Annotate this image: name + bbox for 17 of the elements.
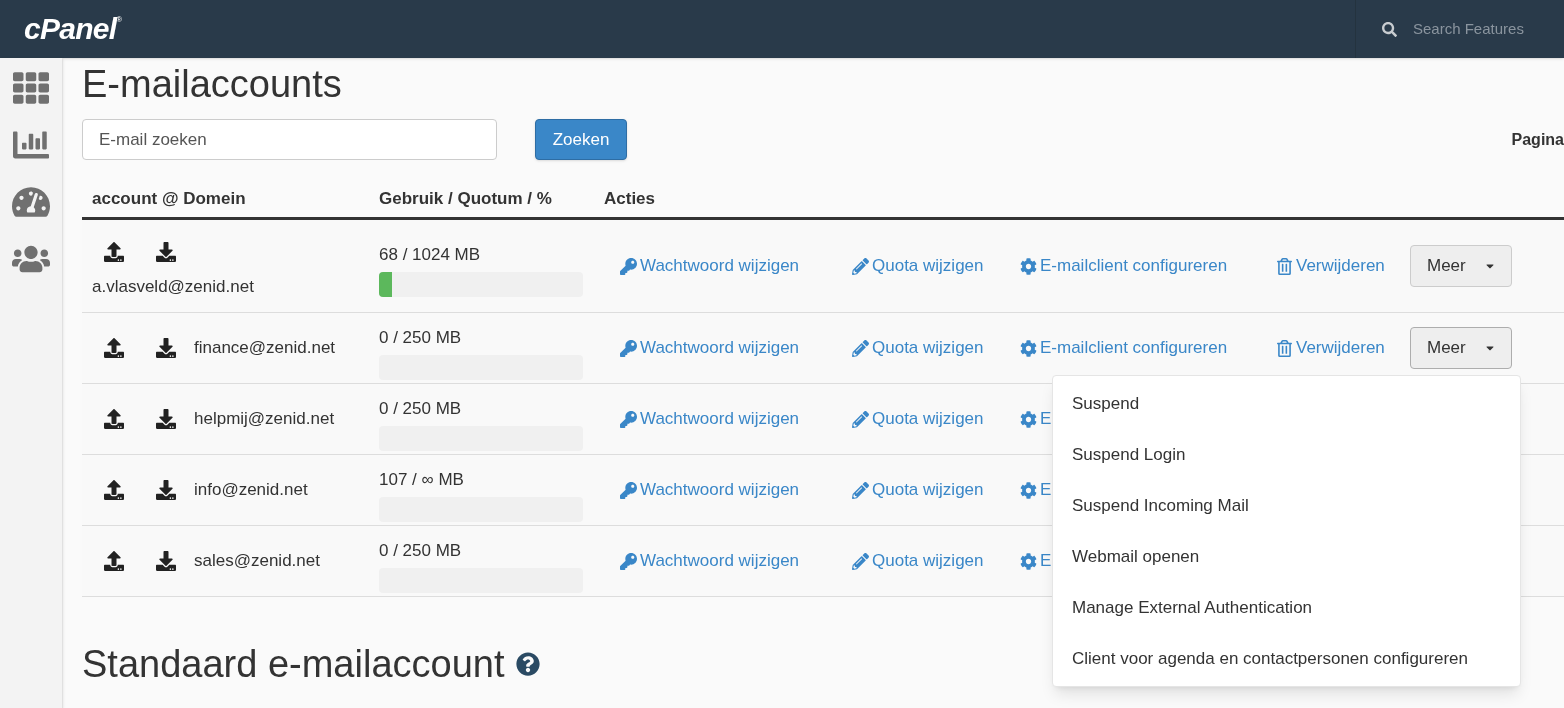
email-address: sales@zenid.net — [194, 550, 320, 573]
section-title: Standaard e-mailaccount — [82, 645, 505, 683]
column-header: Acties — [604, 189, 656, 208]
logo-mark: ® — [116, 14, 123, 24]
usage-text: 0 / 250 MB — [379, 540, 463, 562]
pagination-label: Pagina — [1511, 129, 1564, 150]
usage-text: 0 / 250 MB — [379, 327, 463, 349]
email-address: info@zenid.net — [194, 479, 308, 502]
usage-text: 68 / 1024 MB — [379, 244, 482, 266]
page-title: E-mailaccounts — [82, 65, 343, 103]
usage-text: 107 / ∞ MB — [379, 469, 465, 491]
email-address: finance@zenid.net — [194, 337, 336, 360]
email-address: a.vlasveld@zenid.net — [92, 276, 254, 298]
email-address: helpmij@zenid.net — [194, 408, 335, 431]
column-header: Gebruik / Quotum / % — [379, 189, 552, 208]
column-header: account @ Domein — [92, 189, 246, 208]
usage-text: 0 / 250 MB — [379, 398, 463, 420]
